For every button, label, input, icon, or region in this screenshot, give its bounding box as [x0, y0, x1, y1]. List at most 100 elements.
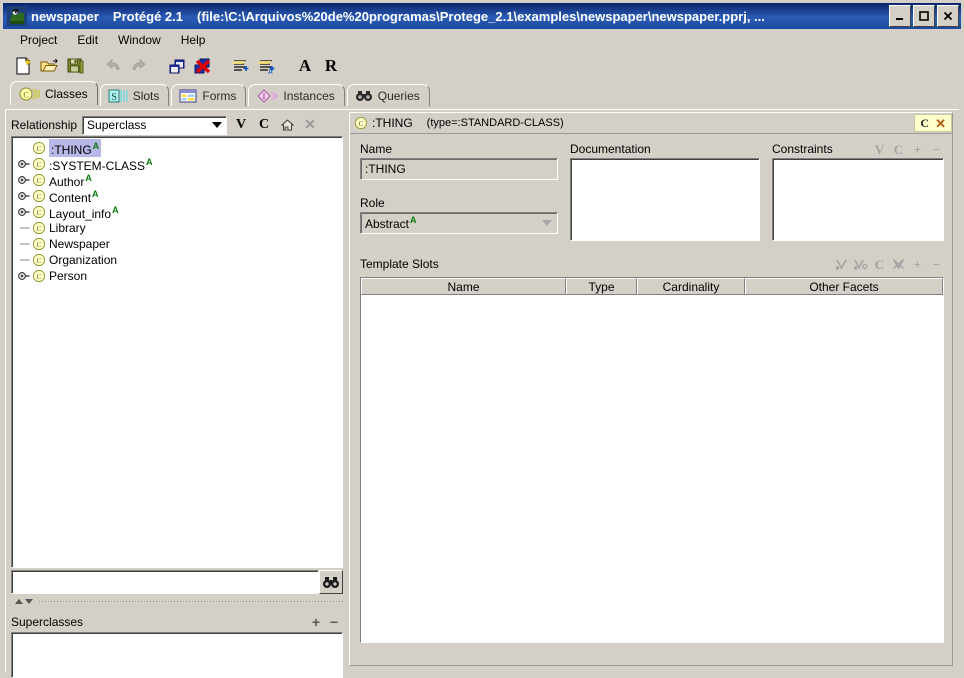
window-controls	[889, 5, 959, 27]
tree-item-label: Library	[49, 221, 86, 235]
tree-handle-collapsed[interactable]	[16, 204, 32, 220]
form-top-row: Name :THING Role AbstractA Documentation	[360, 140, 944, 241]
tab-forms[interactable]: Forms	[171, 84, 247, 106]
title-file: (file:\C:\Arquivos%20de%20programas\Prot…	[197, 8, 765, 24]
classes-tab-content: Relationship Superclass V C ✕ C:THINGA …	[5, 109, 959, 678]
constraints-list[interactable]	[772, 158, 944, 241]
svg-text:C: C	[36, 208, 41, 217]
close-button[interactable]	[937, 5, 959, 27]
tree-handle-collapsed[interactable]	[16, 188, 32, 204]
class-tree[interactable]: C :THINGA C:SYSTEM-CLASSA C AuthorA C C…	[11, 136, 343, 568]
font-a-button[interactable]: A	[292, 53, 318, 79]
splitter-down-icon[interactable]	[25, 599, 33, 604]
add-constraint-button: +	[913, 141, 922, 157]
queries-icon	[355, 89, 373, 103]
class-icon: C	[32, 173, 46, 187]
menu-item-project[interactable]: Project	[10, 31, 67, 49]
new-document-icon[interactable]	[10, 53, 36, 79]
menu-item-help[interactable]: Help	[171, 31, 216, 49]
list-plus-icon[interactable]	[228, 53, 254, 79]
save-disk-icon[interactable]	[62, 53, 88, 79]
svg-text:A: A	[268, 69, 273, 76]
add-superclass-button[interactable]: +	[307, 614, 325, 630]
name-role-column: Name :THING Role AbstractA	[360, 140, 558, 241]
template-slots-header: Template Slots C + −	[360, 254, 944, 274]
chevron-down-icon	[542, 220, 552, 226]
documentation-textarea[interactable]	[570, 158, 760, 241]
class-search-row	[11, 570, 343, 594]
tab-queries[interactable]: Queries	[346, 84, 430, 106]
search-input[interactable]	[11, 570, 319, 594]
documentation-label: Documentation	[570, 142, 651, 156]
constraints-header: Constraints V C + −	[772, 140, 944, 158]
tab-classes[interactable]: C Classes	[10, 81, 98, 105]
tree-item-newspaper[interactable]: C Newspaper	[16, 236, 342, 252]
class-browser-panel: Relationship Superclass V C ✕ C:THINGA …	[11, 112, 343, 678]
tree-handle-collapsed[interactable]	[16, 172, 32, 188]
svg-text:S: S	[111, 92, 117, 103]
delete-red-x-icon[interactable]	[190, 53, 216, 79]
home-icon[interactable]	[278, 116, 296, 134]
tab-slots[interactable]: S Slots	[99, 84, 170, 106]
splitter-grip[interactable]	[38, 599, 343, 604]
template-slots-table[interactable]: Name Type Cardinality Other Facets	[360, 277, 944, 643]
view-class-button[interactable]: V	[232, 116, 250, 134]
svg-text:C: C	[36, 240, 41, 249]
class-tree-rows: C :THINGA C:SYSTEM-CLASSA C AuthorA C C…	[12, 137, 342, 284]
open-folder-icon[interactable]	[36, 53, 62, 79]
column-header-name[interactable]: Name	[361, 278, 566, 295]
tree-item-person[interactable]: C Person	[16, 268, 342, 284]
class-editor-type: (type=:STANDARD-CLASS)	[426, 117, 564, 129]
tab-slots-label: Slots	[132, 88, 160, 103]
tree-handle-collapsed[interactable]	[16, 268, 32, 284]
main-toolbar: A A R	[2, 51, 962, 81]
splitter-up-icon[interactable]	[15, 599, 23, 604]
relationship-select-value: Superclass	[87, 118, 147, 132]
tree-item-organization[interactable]: C Organization	[16, 252, 342, 268]
create-class-button[interactable]: C	[255, 116, 273, 134]
frame-config-button[interactable]: C	[920, 116, 929, 131]
class-editor-name: :THING	[372, 116, 413, 130]
tree-item-author[interactable]: C AuthorA	[16, 172, 342, 189]
tree-item-system-class[interactable]: C :SYSTEM-CLASSA	[16, 156, 342, 173]
minimize-button[interactable]	[889, 5, 911, 27]
role-label: Role	[360, 196, 385, 210]
title-app: Protégé 2.1	[112, 8, 184, 24]
tree-item-thing[interactable]: C :THINGA	[16, 139, 342, 157]
tree-item-layout-info[interactable]: C Layout_infoA	[16, 204, 342, 221]
window-title: newspaper Protégé 2.1 (file:\C:\Arquivos%2…	[31, 9, 885, 24]
copy-windows-icon[interactable]	[164, 53, 190, 79]
tab-classes-label: Classes	[45, 86, 88, 101]
svg-text:C: C	[36, 224, 41, 233]
tab-forms-label: Forms	[202, 88, 237, 103]
menu-item-edit[interactable]: Edit	[67, 31, 108, 49]
column-header-type[interactable]: Type	[566, 278, 637, 295]
tree-handle-leaf	[16, 220, 32, 236]
maximize-button[interactable]	[913, 5, 935, 27]
frame-close-button[interactable]: ✕	[935, 117, 946, 130]
pane-splitter[interactable]	[11, 597, 343, 606]
menu-item-window[interactable]: Window	[108, 31, 171, 49]
title-project: newspaper	[31, 8, 99, 24]
superclasses-list[interactable]	[11, 632, 343, 678]
constraints-column: Constraints V C + −	[772, 140, 944, 241]
documentation-column: Documentation	[570, 140, 760, 241]
remove-superclass-button[interactable]: −	[325, 614, 343, 630]
superclasses-header: Superclasses + −	[11, 612, 343, 632]
superclasses-title: Superclasses	[11, 615, 84, 629]
class-icon: C	[354, 116, 368, 130]
column-header-cardinality[interactable]: Cardinality	[637, 278, 745, 295]
list-plus-a-icon[interactable]: A	[254, 53, 280, 79]
svg-text:C: C	[23, 90, 28, 99]
column-header-other-facets[interactable]: Other Facets	[745, 278, 943, 295]
tree-handle-collapsed[interactable]	[16, 156, 32, 172]
class-icon: C	[32, 157, 46, 171]
svg-text:C: C	[36, 176, 41, 185]
tab-instances[interactable]: I Instances	[248, 84, 345, 106]
tree-item-content[interactable]: C ContentA	[16, 188, 342, 205]
font-r-button[interactable]: R	[318, 53, 344, 79]
class-icon: C	[32, 253, 46, 267]
relationship-select[interactable]: Superclass	[82, 115, 228, 135]
binoculars-icon[interactable]	[319, 570, 343, 594]
tree-item-library[interactable]: C Library	[16, 220, 342, 236]
